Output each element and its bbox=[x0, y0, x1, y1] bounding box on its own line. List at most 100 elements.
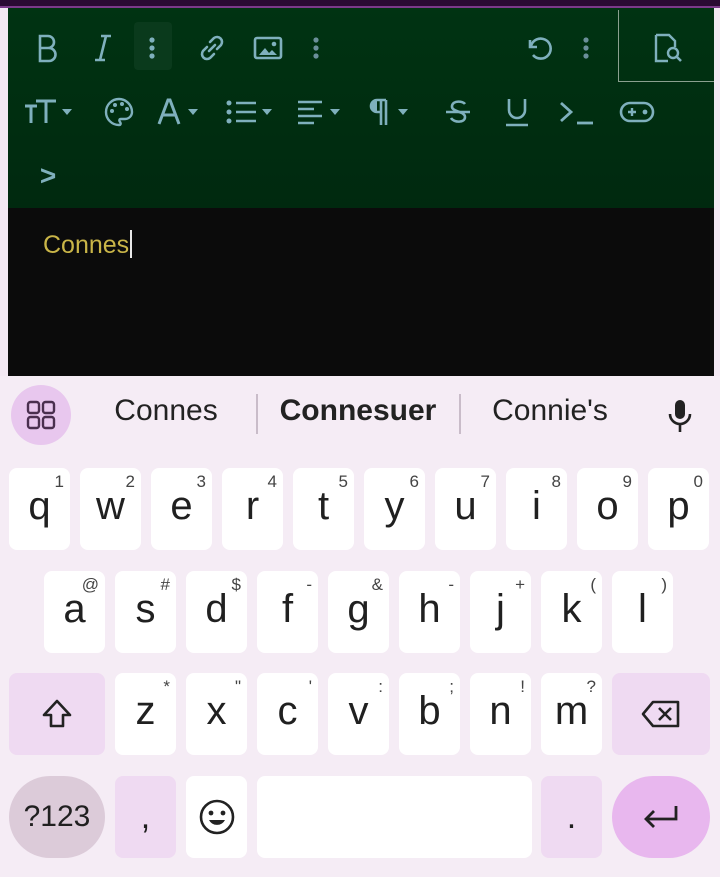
key-f-alt: - bbox=[306, 575, 312, 594]
key-r[interactable]: r4 bbox=[222, 468, 283, 550]
more-vert-icon[interactable] bbox=[574, 30, 598, 66]
key-a-alt: @ bbox=[81, 575, 99, 594]
text-caret bbox=[130, 230, 133, 258]
suggestion-3[interactable]: Connie's bbox=[470, 394, 630, 434]
key-f[interactable]: f- bbox=[257, 571, 318, 653]
key-g[interactable]: g & bbox=[328, 571, 389, 653]
key-o-alt: 9 bbox=[622, 472, 632, 491]
key-z[interactable]: z * bbox=[115, 673, 176, 755]
preview-search-icon bbox=[647, 28, 687, 68]
key-s[interactable]: s # bbox=[115, 571, 176, 653]
key-q[interactable]: q1 bbox=[9, 468, 70, 550]
key-n-alt: ! bbox=[520, 677, 525, 696]
backspace-icon bbox=[641, 700, 680, 728]
key-x-alt: " bbox=[234, 677, 241, 696]
key-l-alt: ) bbox=[661, 575, 667, 594]
link-icon[interactable] bbox=[192, 28, 232, 68]
preview-button[interactable] bbox=[618, 10, 714, 82]
key-b-alt: ; bbox=[449, 677, 454, 696]
comma-key-label: , bbox=[140, 798, 151, 836]
key-u[interactable]: u7 bbox=[435, 468, 496, 550]
undo-icon[interactable] bbox=[520, 28, 556, 68]
italic-icon[interactable] bbox=[86, 28, 120, 68]
key-e-alt: 3 bbox=[196, 472, 206, 491]
paragraph-icon[interactable] bbox=[366, 94, 422, 130]
symbols-key[interactable]: ?123 bbox=[9, 776, 105, 858]
more-vert-icon[interactable] bbox=[304, 30, 328, 66]
key-i[interactable]: i8 bbox=[506, 468, 567, 550]
shift-icon bbox=[42, 699, 72, 728]
terminal-icon[interactable] bbox=[556, 94, 598, 130]
strikethrough-icon[interactable] bbox=[440, 94, 476, 130]
key-j[interactable]: j + bbox=[470, 571, 531, 653]
key-r-alt: 4 bbox=[267, 472, 277, 491]
image-icon[interactable] bbox=[250, 28, 286, 68]
key-x[interactable]: x " bbox=[186, 673, 247, 755]
bullet-list-icon[interactable] bbox=[224, 94, 280, 130]
editor-toolbar: > bbox=[8, 8, 714, 208]
suggestion-divider bbox=[459, 394, 461, 434]
key-a[interactable]: a @ bbox=[44, 571, 105, 653]
suggestion-2[interactable]: Connesuer bbox=[266, 394, 450, 434]
more-tools-button[interactable]: > bbox=[34, 158, 62, 194]
more-vert-icon[interactable] bbox=[140, 30, 164, 66]
key-y[interactable]: y6 bbox=[364, 468, 425, 550]
symbols-key-label: ?123 bbox=[23, 800, 91, 833]
bold-icon[interactable] bbox=[30, 28, 64, 68]
editor-content[interactable]: Connes bbox=[8, 208, 714, 376]
mic-icon[interactable] bbox=[660, 394, 700, 438]
key-m-alt: ? bbox=[586, 677, 596, 696]
on-screen-keyboard: Connes Connesuer Connie's q1 w2 e3 r4 t5… bbox=[0, 376, 720, 877]
key-e[interactable]: e3 bbox=[151, 468, 212, 550]
suggestion-bar: Connes Connesuer Connie's bbox=[0, 376, 720, 456]
key-v-alt: : bbox=[378, 677, 383, 696]
underline-icon[interactable] bbox=[500, 94, 534, 130]
enter-icon bbox=[644, 806, 678, 828]
emoji-icon bbox=[199, 799, 235, 835]
grid-icon bbox=[26, 400, 56, 430]
font-color-icon[interactable] bbox=[156, 94, 208, 130]
key-t[interactable]: t5 bbox=[293, 468, 354, 550]
key-v[interactable]: v: bbox=[328, 673, 389, 755]
emoji-key[interactable] bbox=[186, 776, 247, 858]
key-g-alt: & bbox=[371, 575, 383, 594]
document-text[interactable]: Connes bbox=[43, 230, 133, 260]
keyboard-apps-button[interactable] bbox=[11, 385, 71, 445]
key-k[interactable]: k( bbox=[541, 571, 602, 653]
key-y-alt: 6 bbox=[409, 472, 419, 491]
palette-icon[interactable] bbox=[100, 94, 138, 130]
suggestion-divider bbox=[256, 394, 258, 434]
align-icon[interactable] bbox=[294, 94, 350, 130]
gamepad-icon[interactable] bbox=[616, 94, 658, 130]
key-t-alt: 5 bbox=[338, 472, 348, 491]
key-p-alt: 0 bbox=[693, 472, 703, 491]
status-strip bbox=[0, 0, 720, 8]
key-j-alt: + bbox=[515, 575, 525, 594]
shift-key[interactable] bbox=[9, 673, 105, 755]
key-l[interactable]: l) bbox=[612, 571, 673, 653]
key-p[interactable]: p0 bbox=[648, 468, 709, 550]
key-o[interactable]: o9 bbox=[577, 468, 638, 550]
key-s-alt: # bbox=[160, 575, 170, 594]
key-w-alt: 2 bbox=[125, 472, 135, 491]
key-c[interactable]: c ' bbox=[257, 673, 318, 755]
document-text-value: Connes bbox=[43, 231, 130, 259]
key-b[interactable]: b; bbox=[399, 673, 460, 755]
key-c-alt: ' bbox=[308, 677, 312, 696]
key-q-alt: 1 bbox=[54, 472, 64, 491]
period-key[interactable]: . bbox=[541, 776, 602, 858]
comma-key[interactable]: , bbox=[115, 776, 176, 858]
backspace-key[interactable] bbox=[612, 673, 710, 755]
key-n[interactable]: n! bbox=[470, 673, 531, 755]
text-size-icon[interactable] bbox=[22, 94, 76, 130]
period-key-label: . bbox=[566, 798, 577, 836]
key-u-alt: 7 bbox=[480, 472, 490, 491]
key-k-alt: ( bbox=[590, 575, 596, 594]
key-d[interactable]: d $ bbox=[186, 571, 247, 653]
space-key[interactable] bbox=[257, 776, 532, 858]
enter-key[interactable] bbox=[612, 776, 710, 858]
key-w[interactable]: w2 bbox=[80, 468, 141, 550]
suggestion-1[interactable]: Connes bbox=[88, 394, 244, 434]
key-h[interactable]: h- bbox=[399, 571, 460, 653]
key-m[interactable]: m? bbox=[541, 673, 602, 755]
